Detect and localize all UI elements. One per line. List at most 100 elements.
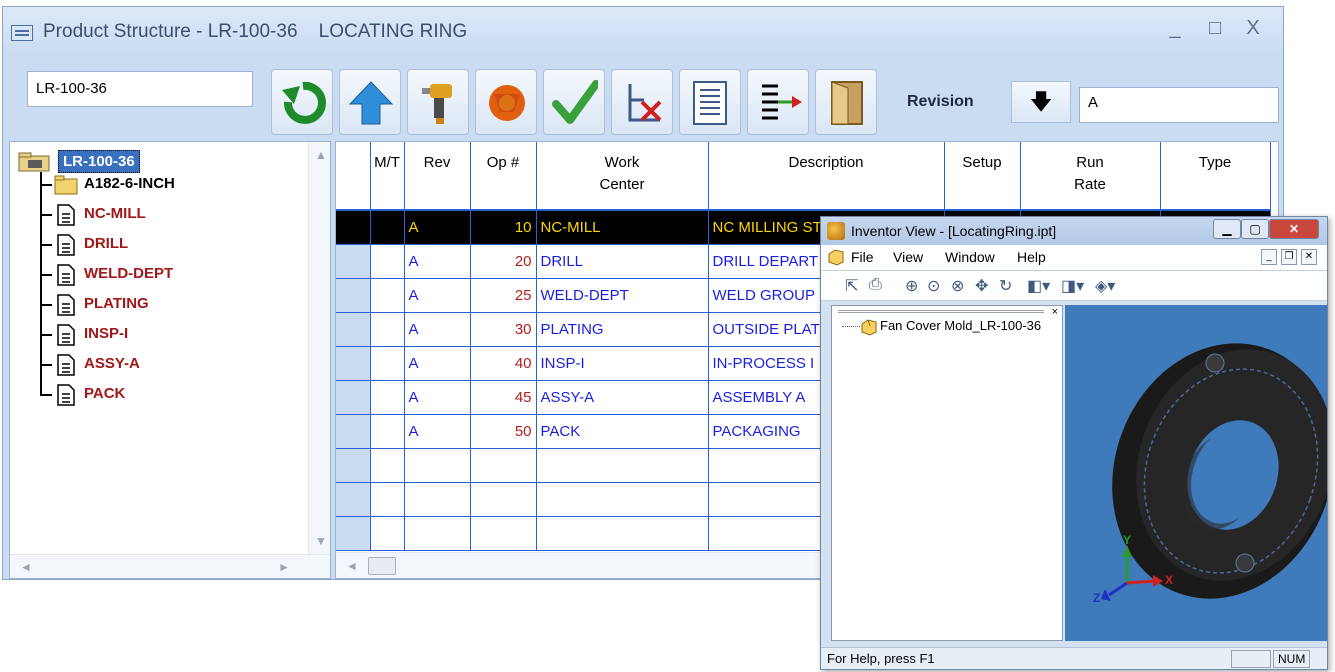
cell-rev[interactable]: A — [404, 346, 471, 381]
tree-horizontal-scrollbar[interactable]: ◄ ► — [10, 554, 330, 578]
row-selector[interactable] — [336, 448, 371, 483]
menu-help[interactable]: Help — [1017, 249, 1046, 265]
report-button[interactable] — [679, 69, 741, 135]
cell-work-center[interactable]: WELD-DEPT — [536, 278, 709, 313]
cell-rev[interactable]: A — [404, 312, 471, 347]
cell-mt[interactable] — [370, 278, 405, 313]
tree-item[interactable]: ASSY-A — [40, 352, 300, 378]
cell-rev[interactable] — [404, 482, 471, 517]
tree-vertical-scrollbar[interactable]: ▲ ▼ — [308, 142, 330, 554]
cell-mt[interactable] — [370, 210, 405, 245]
cell-mt[interactable] — [370, 244, 405, 279]
tree-item[interactable]: PACK — [40, 382, 300, 408]
shading-icon[interactable]: ◈▾ — [1095, 276, 1115, 296]
refresh-button[interactable] — [271, 69, 333, 135]
row-selector[interactable] — [336, 278, 371, 313]
zoom-window-icon[interactable]: ⊗ — [951, 276, 964, 296]
print-icon[interactable]: ⎙ — [869, 276, 882, 294]
scroll-left-icon[interactable]: ◄ — [20, 560, 32, 574]
tree-item[interactable]: INSP-I — [40, 322, 300, 348]
tree-item[interactable]: WELD-DEPT — [40, 262, 300, 288]
tree-item[interactable]: A182-6-INCH — [40, 172, 300, 198]
pan-icon[interactable]: ✥ — [975, 276, 988, 296]
rotate-icon[interactable]: ↻ — [999, 276, 1012, 296]
browser-model-name[interactable]: Fan Cover Mold_LR-100-36 — [880, 318, 1041, 333]
display-mode-icon[interactable]: ◨▾ — [1061, 276, 1084, 296]
row-selector[interactable] — [336, 482, 371, 517]
column-header-setup[interactable]: Setup — [944, 142, 1021, 211]
inventor-minimize-button[interactable]: ▁ — [1213, 219, 1241, 239]
cell-rev[interactable]: A — [404, 210, 471, 245]
cell-op[interactable] — [470, 482, 537, 517]
row-selector[interactable] — [336, 312, 371, 347]
part-number-input[interactable]: LR-100-36 — [27, 71, 253, 107]
cell-work-center[interactable] — [536, 448, 709, 483]
cell-op[interactable]: 45 — [470, 380, 537, 415]
view-cube-icon[interactable]: ◧▾ — [1027, 276, 1050, 296]
cell-op[interactable]: 25 — [470, 278, 537, 313]
cell-work-center[interactable] — [536, 516, 709, 551]
cell-work-center[interactable]: DRILL — [536, 244, 709, 279]
scroll-down-icon[interactable]: ▼ — [315, 534, 327, 548]
row-selector[interactable] — [336, 210, 371, 245]
tree-item[interactable]: NC-MILL — [40, 202, 300, 228]
grid-scroll-thumb[interactable] — [368, 557, 396, 575]
cell-mt[interactable] — [370, 414, 405, 449]
column-header-op[interactable]: Op # — [470, 142, 537, 211]
cell-rev[interactable]: A — [404, 414, 471, 449]
move-up-button[interactable] — [339, 69, 401, 135]
drill-button[interactable] — [407, 69, 469, 135]
menu-file[interactable]: File — [851, 249, 874, 265]
minimize-button[interactable]: _ — [1163, 17, 1187, 40]
remove-tree-button[interactable] — [611, 69, 673, 135]
row-selector[interactable] — [336, 244, 371, 279]
cell-work-center[interactable]: NC-MILL — [536, 210, 709, 245]
inventor-maximize-button[interactable]: ▢ — [1241, 219, 1269, 239]
cell-rev[interactable] — [404, 516, 471, 551]
scroll-right-icon[interactable]: ► — [278, 560, 290, 574]
cell-work-center[interactable]: PACK — [536, 414, 709, 449]
row-selector[interactable] — [336, 414, 371, 449]
menu-view[interactable]: View — [893, 249, 923, 265]
3d-viewport[interactable]: Y X Z — [1065, 305, 1334, 641]
cell-rev[interactable] — [404, 448, 471, 483]
gear-button[interactable] — [475, 69, 537, 135]
cell-op[interactable]: 40 — [470, 346, 537, 381]
cell-work-center[interactable]: INSP-I — [536, 346, 709, 381]
zoom-all-icon[interactable]: ⊕ — [905, 276, 918, 296]
revision-down-button[interactable]: 🡇 — [1011, 81, 1071, 123]
column-header-rev[interactable]: Rev — [404, 142, 471, 211]
scroll-up-icon[interactable]: ▲ — [315, 148, 327, 162]
select-icon[interactable]: ⇱ — [845, 276, 858, 296]
mdi-restore-button[interactable]: ❐ — [1281, 249, 1297, 265]
cell-rev[interactable]: A — [404, 244, 471, 279]
cell-work-center[interactable] — [536, 482, 709, 517]
browser-close-icon[interactable]: × — [1052, 306, 1058, 318]
column-header-type[interactable]: Type — [1160, 142, 1271, 211]
exit-button[interactable] — [815, 69, 877, 135]
cell-mt[interactable] — [370, 312, 405, 347]
grid-scroll-left-icon[interactable]: ◄ — [346, 559, 358, 573]
cell-mt[interactable] — [370, 346, 405, 381]
menu-window[interactable]: Window — [945, 249, 995, 265]
close-button[interactable]: X — [1241, 17, 1265, 40]
mdi-minimize-button[interactable]: _ — [1261, 249, 1277, 265]
cell-op[interactable]: 30 — [470, 312, 537, 347]
cell-op[interactable] — [470, 448, 537, 483]
inventor-close-button[interactable]: ✕ — [1269, 219, 1319, 239]
cell-op[interactable] — [470, 516, 537, 551]
list-arrow-button[interactable] — [747, 69, 809, 135]
cell-mt[interactable] — [370, 380, 405, 415]
cell-op[interactable]: 50 — [470, 414, 537, 449]
row-selector[interactable] — [336, 516, 371, 551]
cell-op[interactable]: 20 — [470, 244, 537, 279]
column-header-run-rate[interactable]: Run Rate — [1020, 142, 1161, 211]
cell-mt[interactable] — [370, 482, 405, 517]
tree-item[interactable]: DRILL — [40, 232, 300, 258]
zoom-icon[interactable]: ⊙ — [927, 276, 940, 296]
cell-work-center[interactable]: PLATING — [536, 312, 709, 347]
row-selector[interactable] — [336, 346, 371, 381]
browser-grip[interactable] — [838, 310, 1044, 313]
cell-work-center[interactable]: ASSY-A — [536, 380, 709, 415]
column-header-description[interactable]: Description — [708, 142, 945, 211]
